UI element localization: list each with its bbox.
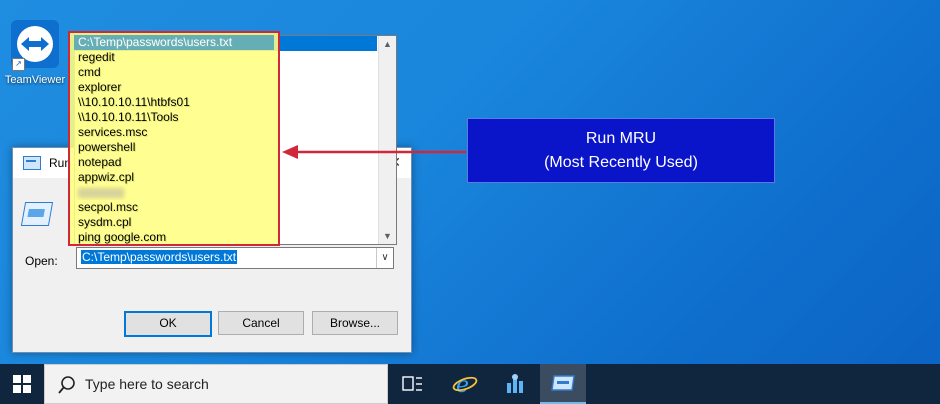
run-icon	[23, 156, 41, 170]
cancel-button[interactable]: Cancel	[218, 311, 304, 335]
server-manager-icon[interactable]	[492, 364, 538, 404]
search-icon	[58, 376, 75, 394]
mru-overlay-item: C:\Temp\passwords\users.txt	[74, 35, 274, 50]
open-label: Open:	[25, 254, 58, 268]
mru-overlay-item: sysdm.cpl	[78, 215, 132, 229]
windows-start-icon[interactable]	[0, 364, 44, 404]
desktop-icon-label: TeamViewer	[4, 74, 66, 86]
taskbar: Type here to search e	[0, 364, 940, 404]
task-view-icon[interactable]	[390, 364, 436, 404]
shortcut-arrow-icon: ↗	[12, 58, 25, 71]
mru-overlay-item: \\10.10.10.11\Tools	[78, 110, 179, 124]
svg-text:e: e	[456, 373, 469, 396]
open-input-value[interactable]: C:\Temp\passwords\users.txt	[81, 250, 238, 264]
mru-overlay-item: powershell	[78, 140, 136, 154]
desktop-icon-teamviewer[interactable]: ↗ TeamViewer	[2, 20, 68, 86]
mru-overlay-item: appwiz.cpl	[78, 170, 135, 184]
mru-overlay-item-blurred	[74, 185, 274, 200]
mru-overlay-item: notepad	[78, 155, 122, 169]
browse-button[interactable]: Browse...	[312, 311, 398, 335]
mru-overlay-item: services.msc	[78, 125, 148, 139]
taskbar-search-box[interactable]: Type here to search	[44, 364, 388, 404]
mru-highlight-text: C:\Temp\passwords\users.txt regedit cmd …	[74, 35, 274, 245]
mru-overlay-item: regedit	[78, 50, 115, 64]
open-combobox[interactable]: C:\Temp\passwords\users.txt ∨	[76, 247, 394, 269]
mru-overlay-item: secpol.msc	[78, 200, 139, 214]
mru-overlay-item: cmd	[78, 65, 101, 79]
mru-overlay-item: explorer	[78, 80, 122, 94]
callout-line1: Run MRU	[585, 130, 657, 147]
ok-button[interactable]: OK	[124, 311, 212, 337]
scroll-down-icon[interactable]: ▼	[379, 228, 396, 244]
mru-overlay-item: \\10.10.10.11\htbfs01	[78, 95, 190, 109]
scroll-up-icon[interactable]: ▲	[379, 36, 396, 52]
mru-overlay-item: ping google.com	[78, 230, 167, 244]
chevron-down-icon[interactable]: ∨	[376, 248, 393, 268]
callout-line2: (Most Recently Used)	[544, 154, 698, 171]
run-program-icon	[20, 202, 54, 226]
annotation-callout: Run MRU (Most Recently Used)	[467, 118, 775, 183]
internet-explorer-icon[interactable]: e	[442, 364, 488, 404]
run-taskbar-icon[interactable]	[540, 364, 586, 404]
annotation-arrow-icon	[282, 145, 466, 159]
search-placeholder: Type here to search	[85, 376, 209, 392]
